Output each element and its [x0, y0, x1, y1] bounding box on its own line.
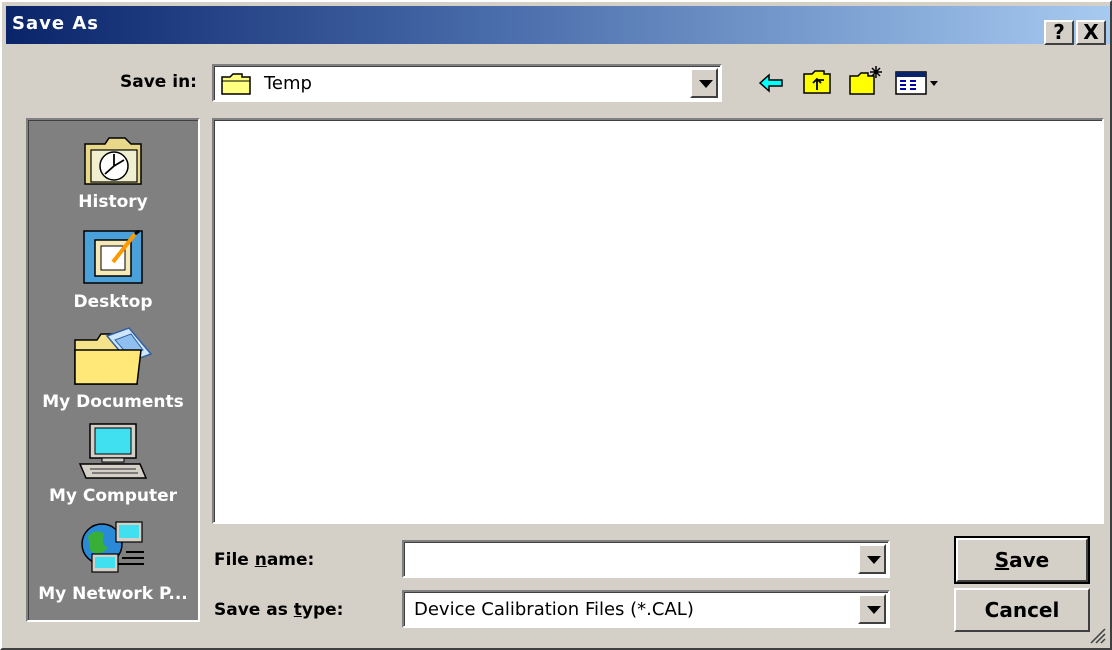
- places-label: History: [78, 192, 148, 212]
- save-in-label: Save in:: [120, 72, 197, 92]
- save-as-type-value: Device Calibration Files (*.CAL): [414, 599, 694, 620]
- places-label: My Documents: [42, 392, 184, 412]
- my-network-places-icon: [81, 521, 144, 573]
- places-my-computer[interactable]: My Computer: [28, 422, 198, 514]
- file-name-input[interactable]: [402, 540, 890, 578]
- save-as-dialog: Save As ? X Save in: Temp History Deskto…: [0, 0, 1112, 650]
- my-computer-icon: [78, 423, 148, 479]
- desktop-icon: [83, 229, 143, 284]
- folder-icon: [221, 73, 251, 95]
- folder-up-icon[interactable]: [802, 68, 832, 96]
- arrow-left-icon[interactable]: [758, 72, 784, 94]
- save-button[interactable]: Save: [954, 536, 1090, 584]
- cancel-button[interactable]: Cancel: [954, 588, 1090, 632]
- save-in-dropdown-arrow[interactable]: [690, 68, 718, 98]
- save-as-type-dropdown[interactable]: Device Calibration Files (*.CAL): [402, 590, 890, 628]
- places-label: My Network P...: [38, 584, 188, 604]
- places-history[interactable]: History: [28, 132, 198, 218]
- save-as-type-label: Save as type:: [214, 600, 344, 620]
- new-folder-icon[interactable]: [848, 64, 884, 96]
- view-menu-icon[interactable]: [894, 70, 940, 96]
- places-label: My Computer: [48, 486, 178, 506]
- close-button[interactable]: X: [1076, 20, 1106, 45]
- file-name-dropdown-arrow[interactable]: [858, 544, 886, 574]
- history-icon: [84, 137, 142, 185]
- places-desktop[interactable]: Desktop: [28, 228, 198, 318]
- resize-grip-icon[interactable]: [1086, 624, 1106, 644]
- my-documents-icon: [74, 327, 153, 385]
- save-as-type-dropdown-arrow[interactable]: [858, 594, 886, 624]
- dialog-title: Save As: [12, 13, 99, 34]
- places-my-documents[interactable]: My Documents: [28, 326, 198, 418]
- title-bar[interactable]: Save As ? X: [6, 6, 1110, 45]
- file-list[interactable]: [212, 118, 1104, 524]
- places-my-network-places[interactable]: My Network P...: [28, 518, 198, 612]
- places-bar: History Desktop My Documents My Computer…: [26, 118, 200, 622]
- file-name-label: File name:: [214, 550, 315, 570]
- help-button[interactable]: ?: [1044, 20, 1074, 45]
- places-label: Desktop: [73, 292, 153, 312]
- save-in-value: Temp: [264, 73, 312, 94]
- save-in-dropdown[interactable]: Temp: [212, 64, 722, 102]
